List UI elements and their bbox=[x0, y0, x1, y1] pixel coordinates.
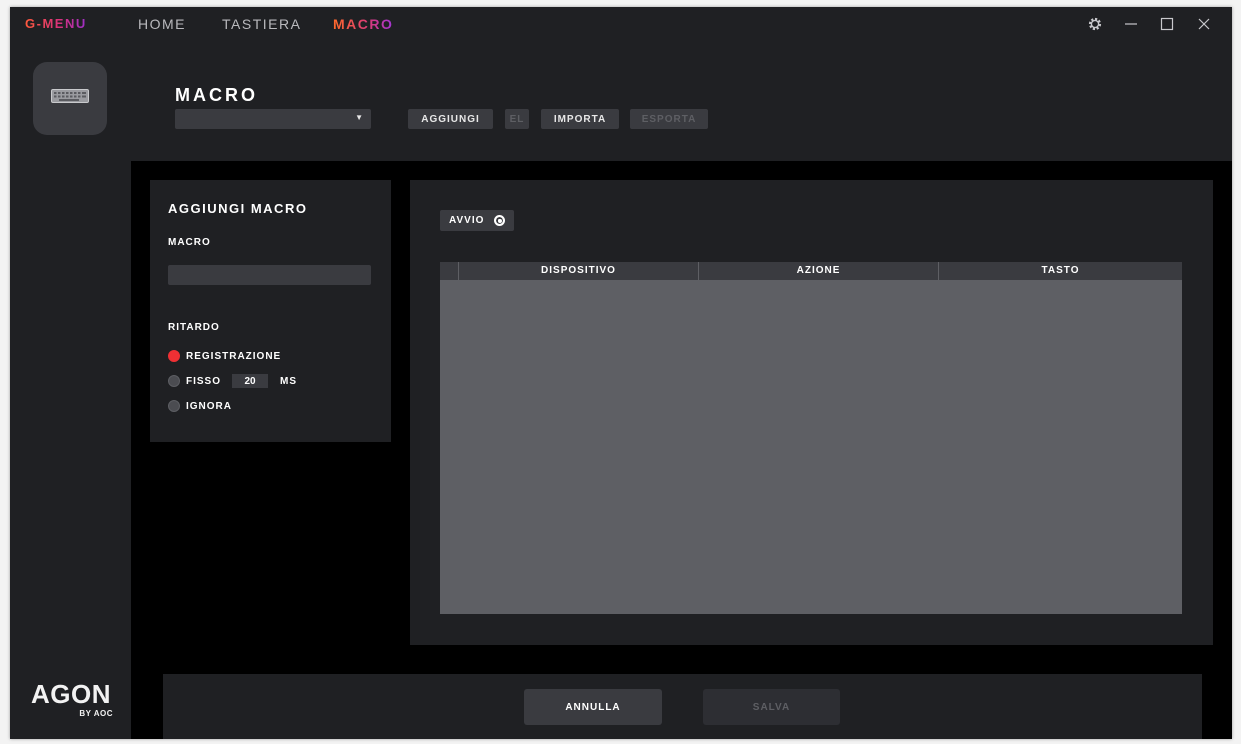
start-label: AVVIO bbox=[449, 215, 485, 226]
close-icon[interactable] bbox=[1191, 13, 1217, 35]
nav-tastiera[interactable]: TASTIERA bbox=[222, 16, 301, 32]
radio-record-label: REGISTRAZIONE bbox=[186, 350, 282, 362]
sidebar: AGON BY AOC bbox=[10, 41, 131, 739]
maximize-icon[interactable] bbox=[1154, 13, 1180, 35]
record-indicator-icon bbox=[494, 215, 505, 226]
app-brand: G-MENU bbox=[25, 16, 87, 31]
panel-title: AGGIUNGI MACRO bbox=[168, 201, 308, 216]
fixed-delay-unit: MS bbox=[280, 375, 298, 387]
import-button[interactable]: IMPORTA bbox=[541, 109, 619, 129]
delay-option-ignore[interactable]: IGNORA bbox=[168, 399, 232, 413]
macro-editor-panel: AVVIO DISPOSITIVO AZIONE TASTO bbox=[410, 180, 1213, 645]
table-header: DISPOSITIVO AZIONE TASTO bbox=[440, 262, 1182, 280]
delay-option-fixed[interactable]: FISSO MS bbox=[168, 374, 297, 388]
delay-option-record[interactable]: REGISTRAZIONE bbox=[168, 349, 281, 363]
macro-events-table: DISPOSITIVO AZIONE TASTO bbox=[440, 262, 1182, 614]
macro-label: MACRO bbox=[168, 237, 211, 248]
radio-ignore[interactable] bbox=[168, 400, 180, 412]
add-macro-panel: AGGIUNGI MACRO MACRO RITARDO REGISTRAZIO… bbox=[150, 180, 391, 442]
column-key: TASTO bbox=[938, 262, 1182, 280]
column-index bbox=[440, 262, 458, 280]
macro-name-input[interactable] bbox=[168, 265, 371, 285]
caret-down-icon: ▼ bbox=[355, 113, 363, 122]
start-record-button[interactable]: AVVIO bbox=[440, 210, 514, 231]
title-bar: G-MENU HOME TASTIERA MACRO bbox=[10, 7, 1232, 41]
el-button[interactable]: EL bbox=[505, 109, 529, 129]
minimize-icon[interactable] bbox=[1118, 13, 1144, 35]
nav-home[interactable]: HOME bbox=[138, 16, 186, 32]
radio-ignore-label: IGNORA bbox=[186, 400, 232, 412]
device-tile[interactable] bbox=[33, 62, 107, 135]
agon-logo: AGON BY AOC bbox=[25, 681, 117, 721]
radio-fixed[interactable] bbox=[168, 375, 180, 387]
fixed-delay-input[interactable] bbox=[232, 374, 269, 388]
gear-icon[interactable] bbox=[1082, 13, 1108, 35]
footer-bar: ANNULLA SALVA bbox=[163, 674, 1202, 739]
column-device: DISPOSITIVO bbox=[458, 262, 698, 280]
column-action: AZIONE bbox=[698, 262, 938, 280]
save-button[interactable]: SALVA bbox=[703, 689, 840, 725]
nav-macro[interactable]: MACRO bbox=[333, 16, 393, 32]
add-button[interactable]: AGGIUNGI bbox=[408, 109, 493, 129]
export-button[interactable]: ESPORTA bbox=[630, 109, 708, 129]
keyboard-icon bbox=[51, 89, 89, 108]
page-title: MACRO bbox=[175, 85, 258, 105]
radio-fixed-label: FISSO bbox=[186, 375, 222, 387]
app-window: G-MENU HOME TASTIERA MACRO AGON BY AOC M… bbox=[10, 7, 1232, 739]
delay-label: RITARDO bbox=[168, 322, 220, 333]
page-header: MACRO ▼ AGGIUNGI EL IMPORTA ESPORTA bbox=[131, 41, 1232, 161]
logo-sub: BY AOC bbox=[79, 709, 113, 718]
cancel-button[interactable]: ANNULLA bbox=[524, 689, 662, 725]
macro-select[interactable]: ▼ bbox=[175, 109, 371, 129]
radio-record[interactable] bbox=[168, 350, 180, 362]
logo-main: AGON bbox=[31, 679, 111, 709]
